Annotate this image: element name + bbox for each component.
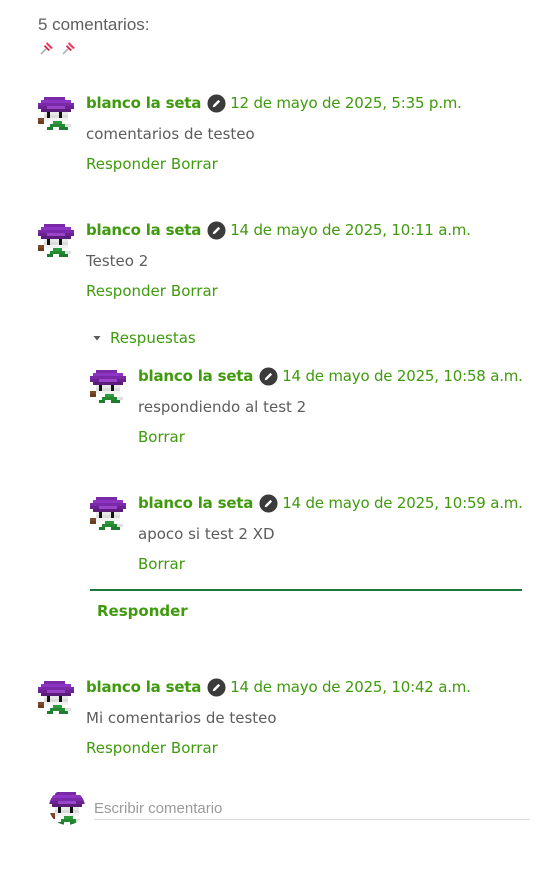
comment-meta: blanco la seta 12 de mayo de 2025, 5:35 … bbox=[86, 93, 462, 113]
comment-meta: blanco la seta 14 de mayo de 2025, 10:11… bbox=[86, 220, 471, 240]
compose-avatar bbox=[49, 789, 85, 825]
comment-text: Mi comentarios de testeo bbox=[86, 709, 277, 727]
reply-date[interactable]: 14 de mayo de 2025, 10:58 a.m. bbox=[282, 367, 523, 385]
reply-button[interactable]: Responder bbox=[86, 282, 166, 300]
comment-date[interactable]: 14 de mayo de 2025, 10:42 a.m. bbox=[230, 678, 471, 696]
pencil-icon bbox=[207, 220, 226, 240]
avatar[interactable] bbox=[38, 678, 74, 714]
comment-date[interactable]: 14 de mayo de 2025, 10:11 a.m. bbox=[230, 221, 471, 239]
reply-meta: blanco la seta 14 de mayo de 2025, 10:59… bbox=[138, 493, 523, 513]
pin-row bbox=[38, 39, 78, 57]
avatar[interactable] bbox=[38, 221, 74, 257]
comments-count-title: 5 comentarios: bbox=[38, 15, 150, 34]
pencil-icon bbox=[207, 677, 226, 697]
comment-date[interactable]: 12 de mayo de 2025, 5:35 p.m. bbox=[230, 94, 462, 112]
reply-author[interactable]: blanco la seta bbox=[138, 367, 253, 385]
comment-text: comentarios de testeo bbox=[86, 125, 255, 143]
comment-text: Testeo 2 bbox=[86, 252, 149, 270]
comment-input[interactable] bbox=[94, 797, 530, 820]
reply-text: respondiendo al test 2 bbox=[138, 398, 307, 416]
reply-thread-button[interactable]: Responder bbox=[97, 602, 188, 620]
pushpin-icon bbox=[40, 42, 53, 55]
delete-button[interactable]: Borrar bbox=[171, 155, 218, 173]
comment-meta: blanco la seta 14 de mayo de 2025, 10:42… bbox=[86, 677, 471, 697]
delete-button[interactable]: Borrar bbox=[138, 555, 185, 573]
replies-toggle-label: Respuestas bbox=[110, 329, 196, 347]
pencil-icon bbox=[259, 493, 278, 513]
comment-author[interactable]: blanco la seta bbox=[86, 221, 201, 239]
reply-actions: Borrar bbox=[138, 555, 185, 573]
replies-toggle[interactable]: Respuestas bbox=[92, 329, 196, 347]
avatar[interactable] bbox=[90, 494, 126, 530]
caret-down-icon bbox=[93, 336, 101, 341]
reply-author[interactable]: blanco la seta bbox=[138, 494, 253, 512]
comment-actions: Responder Borrar bbox=[86, 282, 218, 300]
pencil-icon bbox=[259, 366, 278, 386]
reply-date[interactable]: 14 de mayo de 2025, 10:59 a.m. bbox=[282, 494, 523, 512]
reply-actions: Borrar bbox=[138, 428, 185, 446]
comment-actions: Responder Borrar bbox=[86, 155, 218, 173]
avatar[interactable] bbox=[38, 94, 74, 130]
pushpin-icon bbox=[62, 42, 75, 55]
delete-button[interactable]: Borrar bbox=[171, 282, 218, 300]
avatar[interactable] bbox=[90, 367, 126, 403]
pencil-icon bbox=[207, 93, 226, 113]
comment-author[interactable]: blanco la seta bbox=[86, 94, 201, 112]
comment-actions: Responder Borrar bbox=[86, 739, 218, 757]
comment-author[interactable]: blanco la seta bbox=[86, 678, 201, 696]
delete-button[interactable]: Borrar bbox=[138, 428, 185, 446]
reply-button[interactable]: Responder bbox=[86, 739, 166, 757]
reply-meta: blanco la seta 14 de mayo de 2025, 10:58… bbox=[138, 366, 523, 386]
reply-button[interactable]: Responder bbox=[86, 155, 166, 173]
reply-text: apoco si test 2 XD bbox=[138, 525, 275, 543]
delete-button[interactable]: Borrar bbox=[171, 739, 218, 757]
replies-divider bbox=[90, 589, 522, 591]
